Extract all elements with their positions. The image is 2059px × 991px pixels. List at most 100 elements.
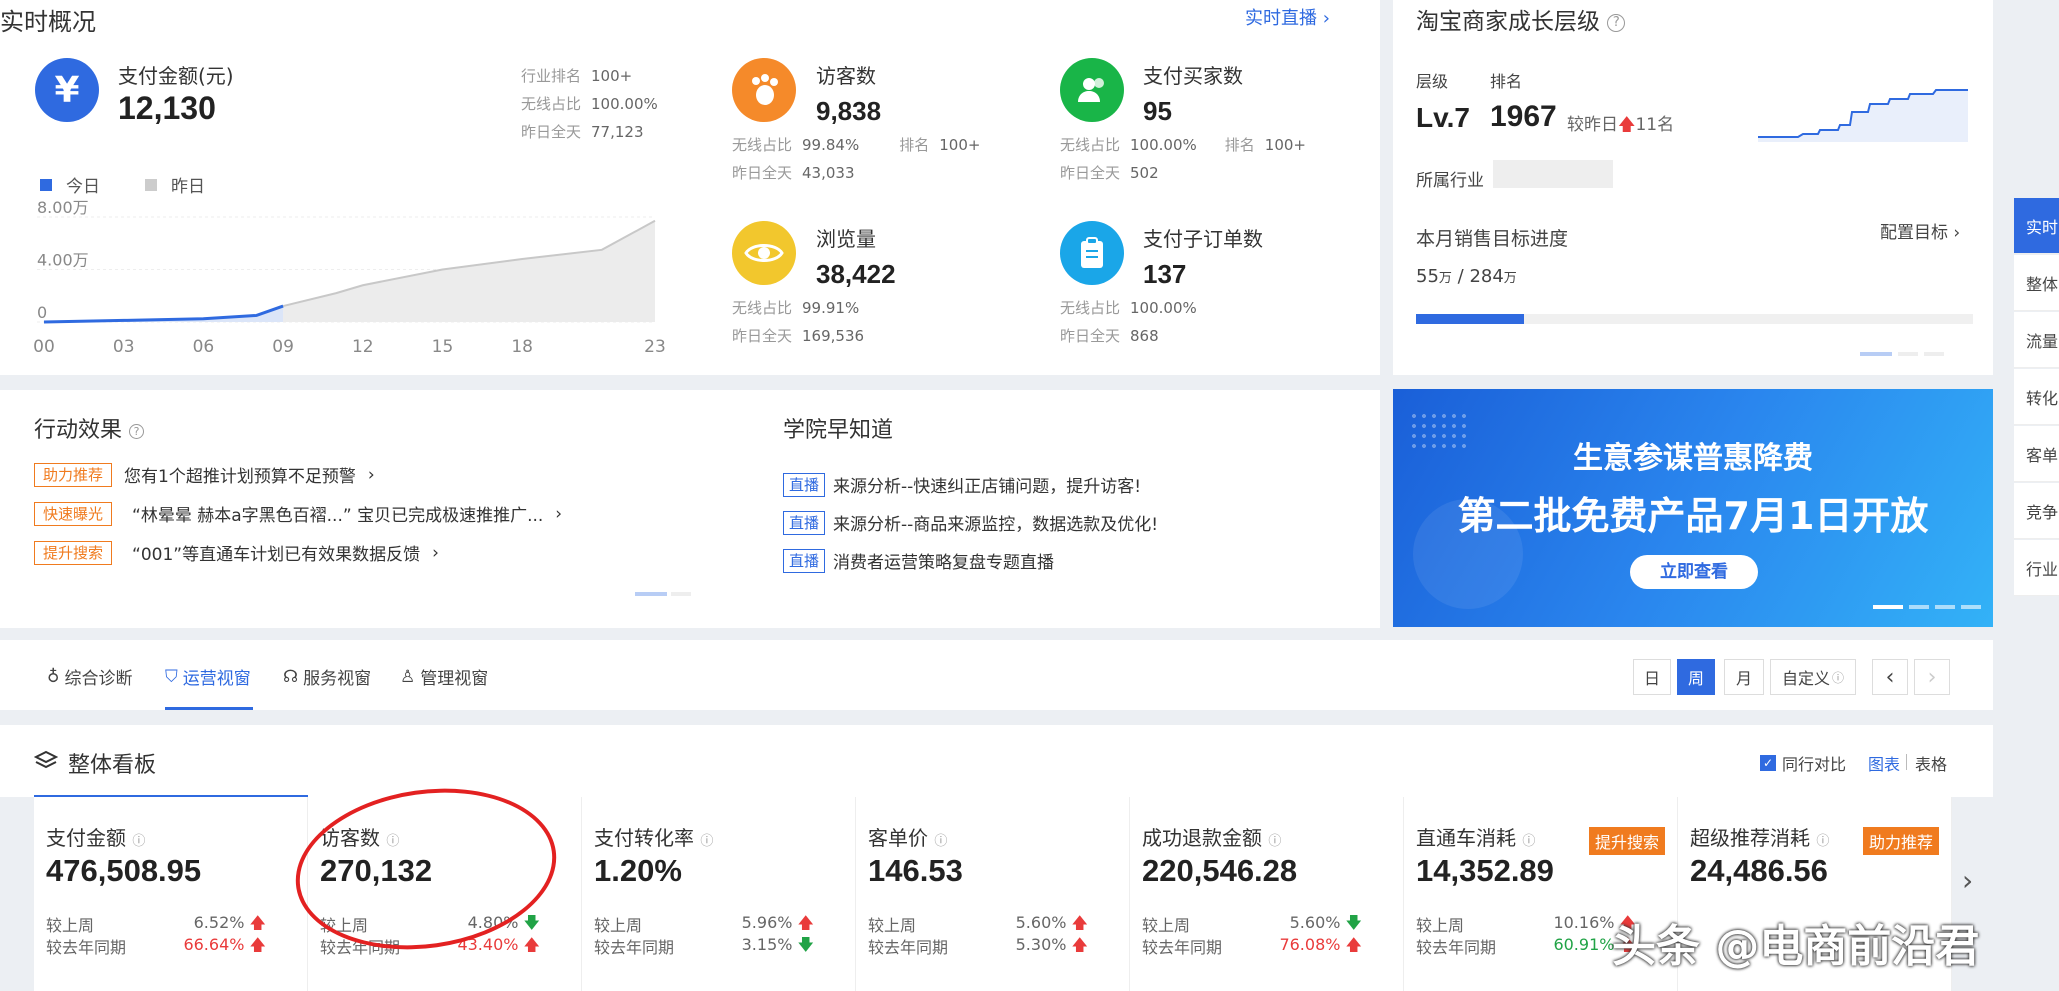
date-custom-button[interactable]: 自定义 ⓘ: [1770, 659, 1856, 695]
kpi-label: 客单价 ⓘ: [868, 826, 948, 850]
visitors-label: 访客数: [816, 64, 876, 88]
live-link-label: 实时直播: [1245, 8, 1317, 29]
config-target-link[interactable]: 配置目标 ›: [1880, 218, 1960, 243]
dashboard-header: 整体看板 ✓ 同行对比 图表 表格: [0, 725, 1993, 797]
kpi-value: 1.20%: [594, 853, 682, 888]
kpi-card[interactable]: 客单价 ⓘ 146.53 较上周 5.60% 🡅 较去年同期 5.30% 🡅: [856, 797, 1130, 991]
academy-text: 来源分析--商品来源监控，数据选款及优化!: [833, 515, 1159, 535]
kpi-label: 直通车消耗 ⓘ: [1416, 826, 1536, 850]
kpi-wow-row: 较上周 5.60% 🡇: [1142, 913, 1362, 935]
kpi-wow-row: 较上周 10.16% 🡅: [1416, 913, 1636, 935]
help-icon: ⓘ: [1816, 834, 1830, 849]
view-table-link[interactable]: 表格: [1915, 751, 1947, 775]
level-value: Lv.7: [1416, 102, 1470, 133]
side-tab-item[interactable]: 行业: [2014, 540, 2059, 596]
clipboard-icon: [1060, 221, 1124, 285]
kpi-value: 476,508.95: [46, 853, 202, 888]
kpi-card[interactable]: 支付金额 ⓘ 476,508.95 较上周 6.52% 🡅 较去年同期 66.64% 🡅: [34, 797, 308, 991]
kpi-card[interactable]: 成功退款金额 ⓘ 220,546.28 较上周 5.60% 🡇 较去年同期 76.08% …: [1130, 797, 1404, 991]
help-icon[interactable]: ?: [129, 423, 145, 439]
buyers-label: 支付买家数: [1143, 64, 1243, 88]
arrow-up-icon: 🡅: [523, 935, 540, 954]
kpi-badge[interactable]: 提升搜索: [1588, 827, 1665, 855]
kpi-yoy-row: 较去年同期 60.91% 🡅: [1416, 935, 1636, 957]
action-item[interactable]: 助力推荐 您有1个超推计划预算不足预警 ›: [34, 462, 375, 487]
y-tick-label: 0: [37, 303, 47, 322]
view-chart-link[interactable]: 图表: [1868, 751, 1900, 775]
tab-diagnosis[interactable]: ♁ 综合诊断: [47, 664, 132, 690]
chevron-right-icon: ›: [1948, 223, 1961, 243]
action-item[interactable]: 提升搜索 “001”等直通车计划已有效果数据反馈 ›: [34, 540, 439, 565]
action-text: “001”等直通车计划已有效果数据反馈: [132, 545, 421, 565]
action-item[interactable]: 快速曝光 “林晕晕 赫本a字黑色百褶...” 宝贝已完成极速推推广... ›: [34, 501, 562, 526]
y-tick-label: 8.00万: [37, 200, 89, 217]
peer-compare-checkbox[interactable]: ✓ 同行对比: [1760, 751, 1846, 775]
academy-text: 消费者运营策略复盘专题直播: [833, 553, 1055, 573]
chevron-right-icon: ›: [555, 503, 563, 524]
academy-item[interactable]: 直播 来源分析--快速纠正店铺问题，提升访客!: [783, 472, 1141, 497]
banner-dots[interactable]: [1873, 605, 1981, 609]
help-icon[interactable]: ?: [1607, 13, 1626, 32]
sales-progress-fill: [1416, 314, 1525, 324]
action-text: “林晕晕 赫本a字黑色百褶...” 宝贝已完成极速推推广...: [132, 506, 544, 526]
kpi-next-button[interactable]: ›: [1962, 864, 1973, 897]
pageviews-stats: 无线占比 99.91% 昨日全天 169,536: [732, 299, 865, 345]
x-tick-label: 03: [113, 337, 135, 357]
kpi-wow-row: 较上周 5.96% 🡅: [594, 913, 814, 935]
academy-item[interactable]: 直播 来源分析--商品来源监控，数据选款及优化!: [783, 510, 1158, 535]
suborders-label: 支付子订单数: [1143, 227, 1263, 251]
carousel-dots[interactable]: [1860, 352, 1944, 356]
date-month-button[interactable]: 月: [1724, 659, 1764, 695]
promo-banner[interactable]: 生意参谋普惠降费 第二批免费产品7月1日开放 立即查看: [1393, 389, 1993, 627]
prev-period-button[interactable]: ‹: [1872, 659, 1908, 695]
side-tab-item[interactable]: 客单: [2014, 426, 2059, 482]
carousel-dots[interactable]: [635, 592, 691, 596]
kpi-card[interactable]: 支付转化率 ⓘ 1.20% 较上周 5.96% 🡅 较去年同期 3.15% 🡇: [582, 797, 856, 991]
tab-operations[interactable]: ⛉ 运营视窗: [165, 664, 251, 690]
side-tab-item[interactable]: 竞争: [2014, 483, 2059, 539]
banner-button[interactable]: 立即查看: [1630, 555, 1758, 589]
kpi-value: 14,352.89: [1416, 853, 1554, 888]
tab-service[interactable]: ☊ 服务视窗: [283, 664, 371, 690]
visitors-stats: 无线占比 99.84% 排名 100+ 昨日全天 43,033: [732, 136, 981, 182]
date-week-button[interactable]: 周: [1677, 659, 1715, 695]
arrow-up-icon: 🡅: [797, 913, 814, 932]
live-link[interactable]: 实时直播 ›: [1245, 4, 1330, 30]
rank-value: 1967: [1490, 100, 1557, 133]
academy-item[interactable]: 直播 消费者运营策略复盘专题直播: [783, 548, 1054, 573]
help-icon: ⓘ: [1268, 834, 1282, 849]
help-icon: ⓘ: [934, 834, 948, 849]
academy-title: 学院早知道: [783, 418, 894, 443]
side-tab-item[interactable]: 转化: [2014, 369, 2059, 425]
chevron-right-icon: ›: [1927, 664, 1937, 690]
kpi-wow-row: 较上周 6.52% 🡅: [46, 913, 266, 935]
kpi-label: 支付转化率 ⓘ: [594, 826, 714, 850]
side-tab-item[interactable]: 实时: [2014, 198, 2059, 254]
shield-icon: ⛉: [165, 666, 178, 687]
arrow-up-icon: 🡅: [249, 935, 266, 954]
chevron-right-icon: ›: [1962, 864, 1974, 897]
kpi-yoy-row: 较去年同期 76.08% 🡅: [1142, 935, 1362, 957]
legend-yesterday[interactable]: 昨日: [145, 172, 205, 197]
academy-text: 来源分析--快速纠正店铺问题，提升访客!: [833, 477, 1142, 497]
kpi-value: 146.53: [868, 853, 963, 888]
suborders-stats: 无线占比 100.00% 昨日全天 868: [1060, 299, 1197, 345]
legend-today[interactable]: 今日: [40, 172, 100, 197]
arrow-up-icon: 🡅: [249, 913, 266, 932]
tag-label: 快速曝光: [34, 501, 113, 526]
kpi-badge[interactable]: 助力推荐: [1862, 827, 1939, 855]
side-tab-item[interactable]: 整体: [2014, 255, 2059, 311]
next-period-button[interactable]: ›: [1914, 659, 1950, 695]
yesterday-swatch: [145, 178, 157, 191]
tab-management[interactable]: ♙ 管理视窗: [400, 664, 488, 690]
actions-title: 行动效果 ?: [34, 412, 145, 444]
buyers-stats: 无线占比 100.00% 排名 100+ 昨日全天 502: [1060, 136, 1306, 182]
tag-label: 助力推荐: [34, 462, 113, 487]
realtime-overview-card: 实时概况 实时直播 › ¥ 支付金额(元) 12,130 行业排名 100+ 无线…: [0, 0, 1380, 375]
help-icon: ⓘ: [1832, 670, 1845, 685]
payment-label: 支付金额(元): [118, 64, 234, 88]
side-tab-item[interactable]: 流量: [2014, 312, 2059, 368]
headset-icon: ☊: [283, 666, 299, 687]
live-tag: 直播: [783, 472, 826, 497]
date-day-button[interactable]: 日: [1633, 659, 1671, 695]
